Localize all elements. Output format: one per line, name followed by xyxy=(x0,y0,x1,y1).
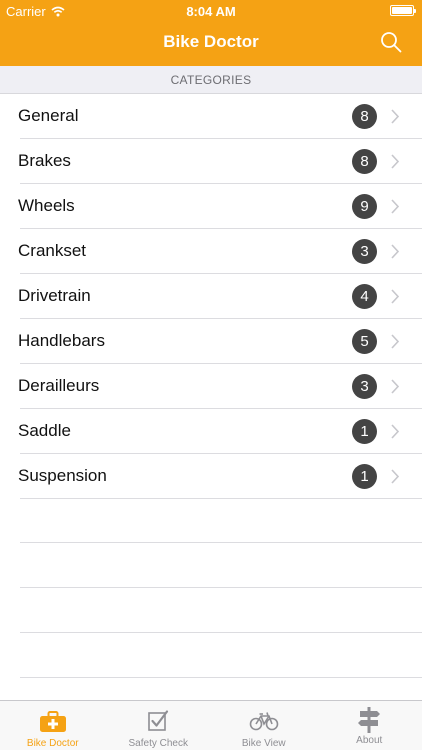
tab-about[interactable]: About xyxy=(317,701,422,750)
tab-bar: Bike Doctor Safety Check Bike View About xyxy=(0,700,422,750)
category-row-crankset[interactable]: Crankset 3 xyxy=(0,229,422,274)
bicycle-icon xyxy=(249,712,279,731)
categories-list: General 8 Brakes 8 Wheels 9 Crankset 3 D… xyxy=(0,94,422,499)
tab-label: Bike View xyxy=(241,738,286,749)
status-time: 8:04 AM xyxy=(186,4,236,19)
signpost-icon xyxy=(358,707,381,733)
count-badge: 1 xyxy=(352,419,377,444)
category-label: Brakes xyxy=(18,151,71,170)
tab-bike-view[interactable]: Bike View xyxy=(211,701,317,750)
count-badge: 1 xyxy=(352,464,377,489)
count-badge: 8 xyxy=(352,104,377,129)
category-row-derailleurs[interactable]: Derailleurs 3 xyxy=(0,364,422,409)
chevron-right-icon xyxy=(391,154,400,169)
category-label: Handlebars xyxy=(18,331,105,350)
count-badge: 3 xyxy=(352,239,377,264)
count-badge: 4 xyxy=(352,284,377,309)
battery-icon xyxy=(390,5,416,16)
chevron-right-icon xyxy=(391,334,400,349)
category-row-general[interactable]: General 8 xyxy=(0,94,422,139)
tab-safety-check[interactable]: Safety Check xyxy=(106,701,212,750)
chevron-right-icon xyxy=(391,379,400,394)
row-divider xyxy=(20,677,422,678)
category-row-saddle[interactable]: Saddle 1 xyxy=(0,409,422,454)
category-label: Derailleurs xyxy=(18,376,100,395)
chevron-right-icon xyxy=(391,469,400,484)
section-header-categories: CATEGORIES xyxy=(0,66,422,94)
count-badge: 5 xyxy=(352,329,377,354)
tab-label: Bike Doctor xyxy=(26,738,79,749)
count-badge: 3 xyxy=(352,374,377,399)
page-title: Bike Doctor xyxy=(163,32,259,51)
status-bar: Carrier 8:04 AM xyxy=(0,0,422,22)
first-aid-kit-icon xyxy=(39,711,66,732)
navigation-header: Carrier 8:04 AM Bike Doctor xyxy=(0,0,422,66)
category-row-wheels[interactable]: Wheels 9 xyxy=(0,184,422,229)
category-row-brakes[interactable]: Brakes 8 xyxy=(0,139,422,184)
chevron-right-icon xyxy=(391,109,400,124)
count-badge: 8 xyxy=(352,149,377,174)
search-icon[interactable] xyxy=(380,31,402,53)
category-label: Crankset xyxy=(18,241,87,260)
checkbox-icon xyxy=(148,710,169,731)
category-row-handlebars[interactable]: Handlebars 5 xyxy=(0,319,422,364)
tab-label: Safety Check xyxy=(128,738,188,749)
tab-bike-doctor[interactable]: Bike Doctor xyxy=(0,701,106,750)
category-row-drivetrain[interactable]: Drivetrain 4 xyxy=(0,274,422,319)
chevron-right-icon xyxy=(391,199,400,214)
row-divider xyxy=(20,632,422,633)
tab-label: About xyxy=(356,735,383,746)
row-divider xyxy=(20,542,422,543)
count-badge: 9 xyxy=(352,194,377,219)
category-row-suspension[interactable]: Suspension 1 xyxy=(0,454,422,499)
row-divider xyxy=(20,587,422,588)
category-label: Wheels xyxy=(18,196,75,215)
category-label: Suspension xyxy=(18,466,107,485)
category-label: Drivetrain xyxy=(18,286,91,305)
chevron-right-icon xyxy=(391,289,400,304)
category-label: General xyxy=(18,106,79,125)
chevron-right-icon xyxy=(391,424,400,439)
chevron-right-icon xyxy=(391,244,400,259)
category-label: Saddle xyxy=(18,421,71,440)
